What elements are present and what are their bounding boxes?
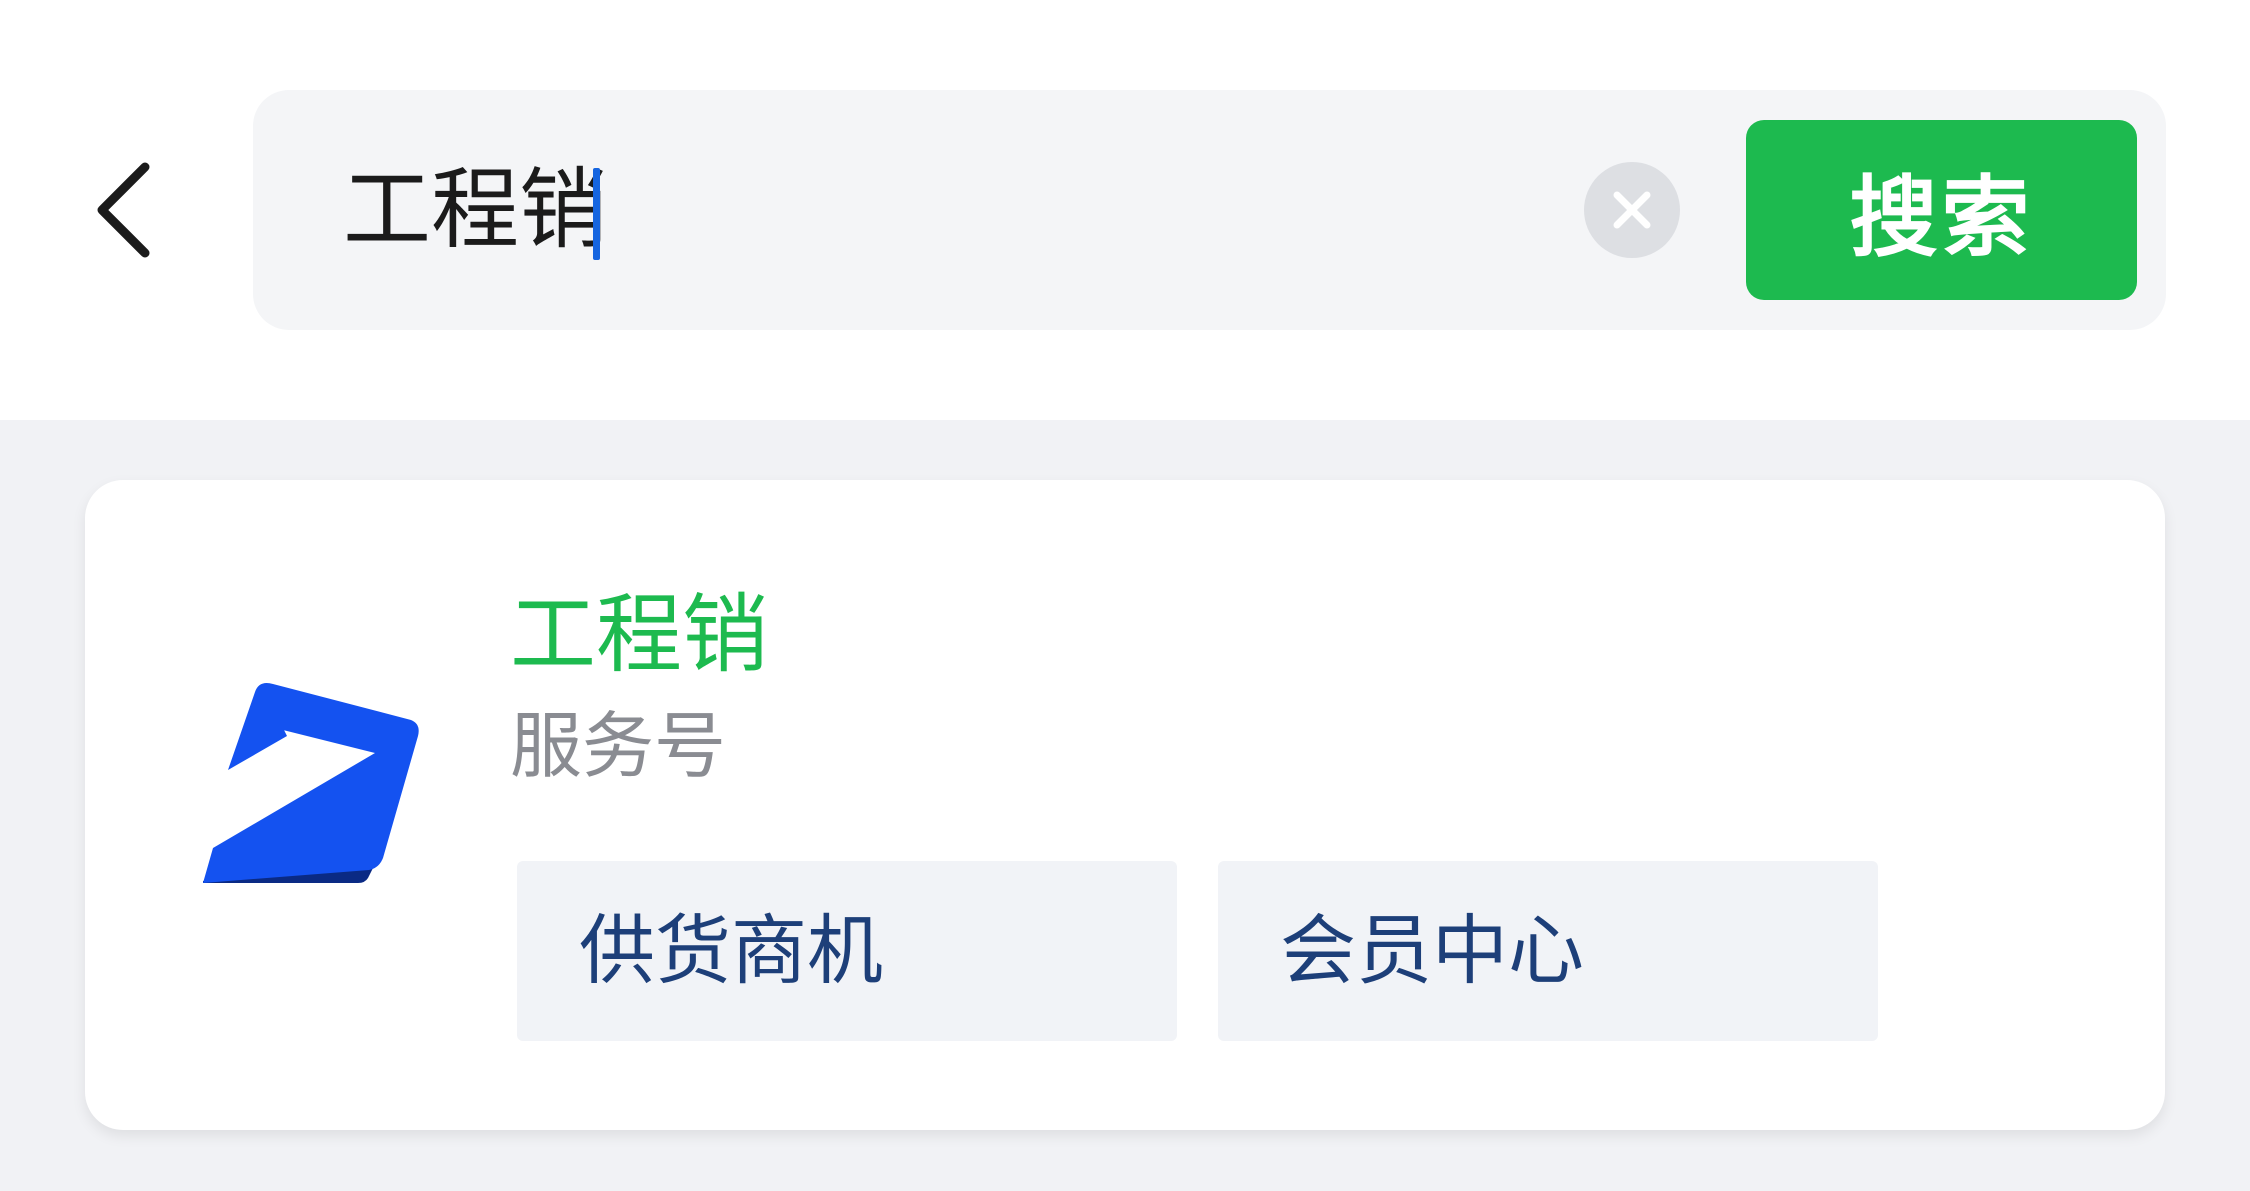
clear-button[interactable] bbox=[1584, 162, 1680, 258]
menu-button-supply-opportunities[interactable]: 供货商机 bbox=[517, 861, 1177, 1041]
account-result-card[interactable]: 工程销 服务号 供货商机 会员中心 bbox=[85, 480, 2165, 1130]
search-button[interactable]: 搜索 bbox=[1746, 120, 2137, 300]
back-button[interactable] bbox=[80, 150, 170, 270]
search-header: 搜索 bbox=[0, 0, 2250, 420]
account-type-label: 服务号 bbox=[510, 704, 727, 788]
text-cursor bbox=[593, 168, 600, 260]
account-name: 工程销 bbox=[510, 585, 768, 685]
search-bar: 搜索 bbox=[253, 90, 2166, 330]
chevron-left-icon bbox=[97, 162, 150, 258]
search-input[interactable] bbox=[343, 140, 1493, 280]
menu-button-member-center[interactable]: 会员中心 bbox=[1218, 861, 1878, 1041]
search-results: 工程销 服务号 供货商机 会员中心 bbox=[0, 420, 2250, 1191]
clear-icon bbox=[1613, 191, 1651, 229]
brand-logo bbox=[203, 683, 419, 883]
